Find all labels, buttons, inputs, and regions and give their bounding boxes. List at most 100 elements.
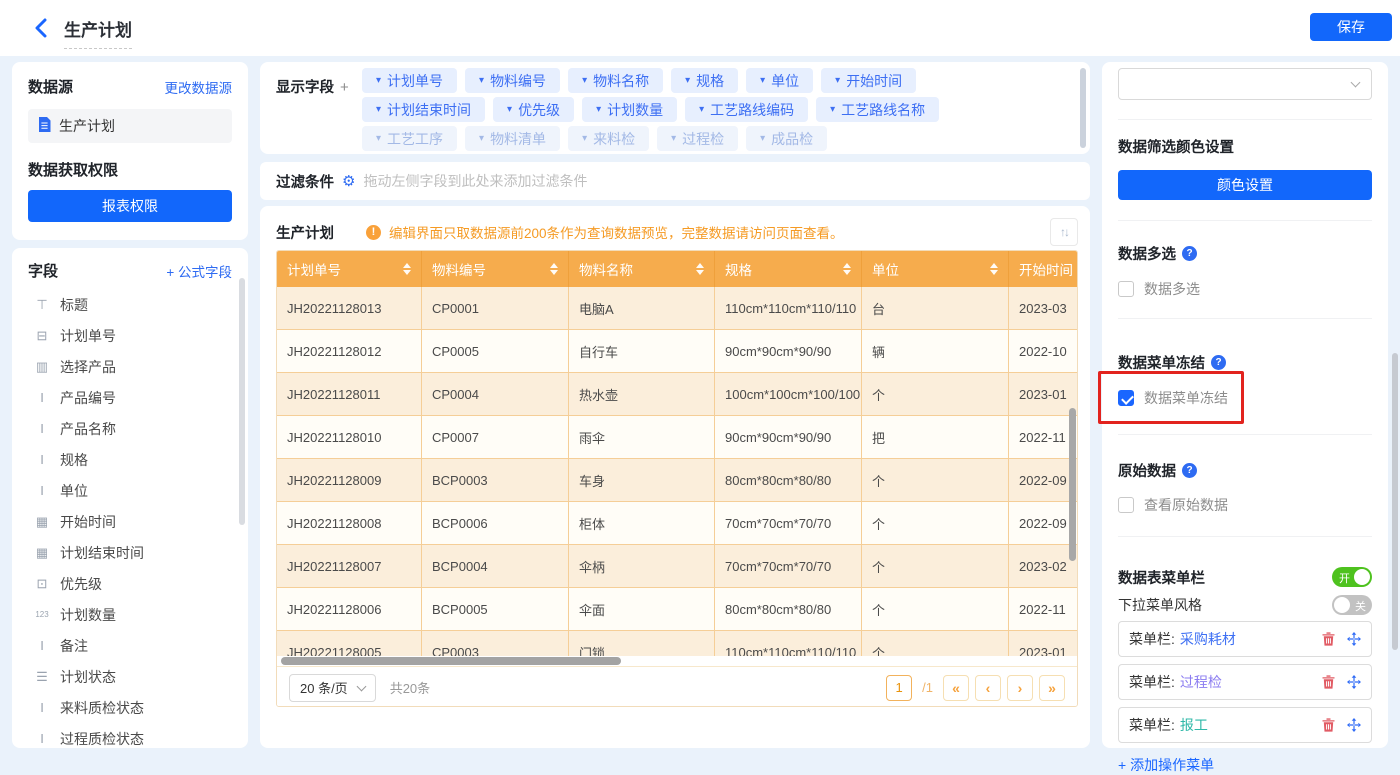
column-header[interactable]: 开始时间 (1009, 251, 1075, 287)
table-title: 生产计划 (276, 222, 334, 243)
title-icon: ⊤ (34, 297, 50, 313)
dropdown-style-toggle-off[interactable]: 关 (1332, 595, 1372, 615)
tag-row: ▾计划结束时间 ▾优先级 ▾计划数量 ▾工艺路线编码 ▾工艺路线名称 (362, 97, 1062, 122)
table-row[interactable]: JH20221128012CP0005自行车90cm*90cm*90/90辆20… (277, 330, 1077, 373)
table-row[interactable]: JH20221128006BCP0005伞面80cm*80cm*80/80个20… (277, 588, 1077, 631)
freeze-checkbox-row: 数据菜单冻结 (1118, 389, 1372, 407)
trash-icon[interactable] (1322, 718, 1335, 732)
menu-item-prefix: 菜单栏: (1129, 629, 1175, 649)
help-icon[interactable]: ? (1211, 355, 1226, 370)
display-field-tag[interactable]: ▾来料检 (568, 126, 649, 151)
trash-icon[interactable] (1322, 632, 1335, 646)
display-fields-scrollbar[interactable] (1080, 68, 1086, 148)
help-icon[interactable]: ? (1182, 246, 1197, 261)
fields-scrollbar[interactable] (239, 278, 245, 525)
page-size-select[interactable]: 20 条/页 (289, 674, 376, 702)
field-item[interactable]: I备注 (28, 630, 232, 661)
menu-item-link[interactable]: 报工 (1180, 715, 1208, 735)
sort-arrows-icon[interactable] (990, 263, 998, 275)
field-item[interactable]: I产品编号 (28, 382, 232, 413)
prev-page-button[interactable]: ‹ (975, 675, 1001, 701)
field-item[interactable]: I产品名称 (28, 413, 232, 444)
last-page-button[interactable]: » (1039, 675, 1065, 701)
field-item[interactable]: ▦开始时间 (28, 506, 232, 537)
menu-item-link[interactable]: 采购耗材 (1180, 629, 1236, 649)
settings-select[interactable] (1118, 68, 1372, 100)
field-item[interactable]: I规格 (28, 444, 232, 475)
menubar-toggle-on[interactable]: 开 (1332, 567, 1372, 587)
display-field-tag[interactable]: ▾工艺路线编码 (685, 97, 808, 122)
display-field-tag[interactable]: ▾计划单号 (362, 68, 457, 93)
filter-bar[interactable]: 过滤条件 ⚙ 拖动左侧字段到此处来添加过滤条件 (260, 162, 1090, 200)
field-item[interactable]: ⊟计划单号 (28, 320, 232, 351)
move-icon[interactable] (1347, 675, 1361, 689)
display-field-tag[interactable]: ▾开始时间 (821, 68, 916, 93)
display-field-tag[interactable]: ▾计划结束时间 (362, 97, 485, 122)
table-cell: CP0004 (422, 373, 569, 415)
field-item[interactable]: ⊤标题 (28, 289, 232, 320)
display-field-tag[interactable]: ▾物料名称 (568, 68, 663, 93)
field-item[interactable]: ⊡优先级 (28, 568, 232, 599)
multiselect-checkbox[interactable] (1118, 281, 1134, 297)
add-action-menu-link[interactable]: + 添加操作菜单 (1118, 755, 1214, 775)
table-row[interactable]: JH20221128007BCP0004伞柄70cm*70cm*70/70个20… (277, 545, 1077, 588)
page-scrollbar[interactable] (1392, 353, 1398, 650)
field-item[interactable]: I过程质检状态 (28, 723, 232, 748)
sort-arrows-icon[interactable] (403, 263, 411, 275)
move-icon[interactable] (1347, 718, 1361, 732)
column-header[interactable]: 单位 (862, 251, 1009, 287)
gear-icon[interactable]: ⚙ (342, 172, 355, 190)
next-page-button[interactable]: › (1007, 675, 1033, 701)
move-icon[interactable] (1347, 632, 1361, 646)
column-header[interactable]: 计划单号 (277, 251, 422, 287)
display-field-tag[interactable]: ▾单位 (746, 68, 813, 93)
field-item[interactable]: 123计划数量 (28, 599, 232, 630)
display-field-tag[interactable]: ▾计划数量 (582, 97, 677, 122)
change-datasource-link[interactable]: 更改数据源 (165, 77, 233, 97)
table-cell: 80cm*80cm*80/80 (715, 459, 862, 501)
column-header[interactable]: 规格 (715, 251, 862, 287)
sort-asc-icon (696, 263, 704, 268)
first-page-button[interactable]: « (943, 675, 969, 701)
back-icon[interactable] (34, 18, 50, 38)
display-field-tag[interactable]: ▾过程检 (657, 126, 738, 151)
display-field-tag[interactable]: ▾成品检 (746, 126, 827, 151)
column-header[interactable]: 物料编号 (422, 251, 569, 287)
freeze-checkbox[interactable] (1118, 390, 1134, 406)
add-display-field-icon[interactable]: + (340, 79, 349, 96)
table-row[interactable]: JH20221128008BCP0006柜体70cm*70cm*70/70个20… (277, 502, 1077, 545)
table-row[interactable]: JH20221128010CP0007雨伞90cm*90cm*90/90把202… (277, 416, 1077, 459)
sort-order-icon[interactable]: ↑↓ (1050, 218, 1078, 246)
field-item[interactable]: ▦计划结束时间 (28, 537, 232, 568)
table-row[interactable]: JH20221128013CP0001电脑A110cm*110cm*110/11… (277, 287, 1077, 330)
add-formula-field-link[interactable]: + 公式字段 (166, 261, 232, 281)
table-row[interactable]: JH20221128011CP0004热水壶100cm*100cm*100/10… (277, 373, 1077, 416)
table-vertical-scrollbar[interactable] (1069, 408, 1076, 561)
current-page-input[interactable]: 1 (886, 675, 912, 701)
display-field-tag[interactable]: ▾工艺工序 (362, 126, 457, 151)
display-field-tag[interactable]: ▾物料清单 (465, 126, 560, 151)
table-row[interactable]: JH20221128009BCP0003车身80cm*80cm*80/80个20… (277, 459, 1077, 502)
report-permission-button[interactable]: 报表权限 (28, 190, 232, 222)
display-field-tag[interactable]: ▾工艺路线名称 (816, 97, 939, 122)
menu-item-link[interactable]: 过程检 (1180, 672, 1222, 692)
table-horizontal-scrollbar[interactable] (281, 657, 621, 665)
display-field-tag[interactable]: ▾优先级 (493, 97, 574, 122)
sort-arrows-icon[interactable] (550, 263, 558, 275)
raw-data-checkbox[interactable] (1118, 497, 1134, 513)
field-item[interactable]: ☰计划状态 (28, 661, 232, 692)
sort-arrows-icon[interactable] (843, 263, 851, 275)
trash-icon[interactable] (1322, 675, 1335, 689)
datasource-item[interactable]: 生产计划 (28, 109, 232, 143)
help-icon[interactable]: ? (1182, 463, 1197, 478)
field-item[interactable]: I单位 (28, 475, 232, 506)
display-field-tag[interactable]: ▾规格 (671, 68, 738, 93)
field-item[interactable]: ▥选择产品 (28, 351, 232, 382)
table-row[interactable]: JH20221128005CP0003门锁110cm*110cm*110/110… (277, 631, 1077, 656)
sort-arrows-icon[interactable] (696, 263, 704, 275)
column-header[interactable]: 物料名称 (569, 251, 715, 287)
field-item[interactable]: I来料质检状态 (28, 692, 232, 723)
save-button[interactable]: 保存 (1310, 13, 1392, 41)
display-field-tag[interactable]: ▾物料编号 (465, 68, 560, 93)
color-settings-button[interactable]: 颜色设置 (1118, 170, 1372, 200)
